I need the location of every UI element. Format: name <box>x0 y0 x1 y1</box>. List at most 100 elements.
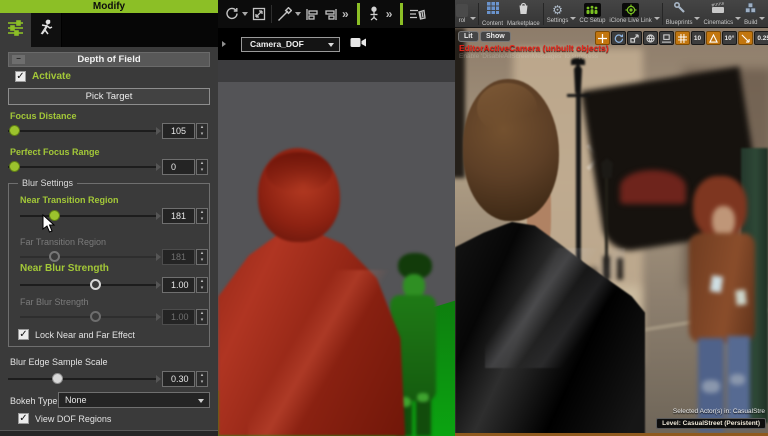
chevron-down-icon[interactable] <box>759 16 766 20</box>
spin-buttons[interactable]: ▴ ▾ <box>196 123 208 139</box>
transform-toolbar: 10 10° 0.25 <box>594 31 768 45</box>
level-badge[interactable]: Level: CasualStreet (Persistent) <box>656 418 766 429</box>
pick-target-button[interactable]: Pick Target <box>8 88 210 105</box>
chevron-right-icon[interactable] <box>222 41 226 47</box>
blur-edge-value[interactable]: 0.30 <box>162 371 195 387</box>
chevron-down-icon[interactable] <box>653 16 660 20</box>
slider-track[interactable] <box>20 210 161 221</box>
toolbar-cc-setup[interactable]: CC Setup <box>577 0 607 27</box>
surface-snap-toggle[interactable] <box>658 31 674 45</box>
toolbar-blueprints[interactable]: Blueprints <box>664 0 695 27</box>
scale-snap-value[interactable]: 0.25 <box>754 31 768 45</box>
world-local-toggle[interactable] <box>642 31 658 45</box>
show-menu-button[interactable]: Show <box>480 31 511 42</box>
rotation-snap-toggle[interactable] <box>705 31 721 45</box>
slider-handle[interactable] <box>89 279 101 290</box>
slider-handle[interactable] <box>8 161 20 172</box>
more-tools-chevron[interactable]: » <box>342 7 349 21</box>
slider-handle <box>89 311 101 322</box>
expand-icon[interactable] <box>250 4 268 24</box>
toolbar-marketplace[interactable]: Marketplace <box>505 0 542 27</box>
ue-level-viewport[interactable]: Lit Show EditorActiveCamera (unbuilt obj… <box>455 28 768 436</box>
toolbar-iclone-live-link[interactable]: iClone Live Link <box>607 0 653 27</box>
viewport-toolbar: » » <box>218 0 455 28</box>
perfect-focus-range-value[interactable]: 0 <box>162 159 195 175</box>
ue-main-toolbar: rol Content Marketplace ⚙ Settings CC Se… <box>455 0 768 28</box>
far-blur-slider: 1.00 ▴ ▾ <box>12 309 218 325</box>
toolbar-build[interactable]: Build <box>742 0 759 27</box>
near-blur-value[interactable]: 1.00 <box>162 277 195 293</box>
far-blur-value: 1.00 <box>162 309 195 325</box>
view-dof-label: View DOF Regions <box>35 413 112 424</box>
camera-icon[interactable] <box>350 35 367 53</box>
chevron-down-icon[interactable] <box>470 16 476 20</box>
chevron-down-icon[interactable] <box>295 12 301 16</box>
near-transition-value[interactable]: 181 <box>162 208 195 224</box>
viewport-warning-text: EditorActiveCamera (unbuilt objects) <box>459 43 609 53</box>
actor-icon[interactable] <box>365 4 383 24</box>
slider-handle <box>49 251 60 262</box>
slider-track <box>20 251 161 262</box>
spin-buttons[interactable]: ▴ ▾ <box>196 159 208 175</box>
align-right-icon[interactable] <box>321 4 339 24</box>
lock-checkbox[interactable]: ✓ <box>18 329 29 340</box>
align-left-icon[interactable] <box>303 4 321 24</box>
link-pen-icon[interactable] <box>275 4 293 24</box>
reset-rotate-icon[interactable] <box>222 4 240 24</box>
green-separator <box>356 3 360 25</box>
rotation-snap-value[interactable]: 10° <box>721 31 738 45</box>
tab-animation[interactable] <box>31 13 62 47</box>
camera-dropdown-value: Camera_DOF <box>250 38 304 49</box>
chevron-down-icon[interactable] <box>242 12 248 16</box>
view-dof-checkbox[interactable]: ✓ <box>18 413 29 424</box>
panel-tabstrip <box>0 13 218 47</box>
cinematics-clapper-icon <box>711 1 726 19</box>
spin-buttons[interactable]: ▴ ▾ <box>196 208 208 224</box>
activate-checkbox[interactable]: ✓ <box>15 71 26 82</box>
tab-modify-settings[interactable] <box>0 13 31 47</box>
slider-track[interactable] <box>20 279 161 290</box>
bokeh-type-dropdown[interactable]: None <box>58 392 210 408</box>
grid-snap-value[interactable]: 10 <box>690 31 705 45</box>
collect-clean-icon[interactable] <box>408 4 426 24</box>
dof-regions-viewport[interactable] <box>218 60 455 436</box>
toolbar-content[interactable]: Content <box>480 0 505 27</box>
scale-tool-button[interactable] <box>626 31 642 45</box>
chevron-down-icon[interactable] <box>694 16 701 20</box>
collapse-button[interactable]: − <box>12 55 25 64</box>
slider-track[interactable] <box>8 161 161 172</box>
camera-dropdown[interactable]: Camera_DOF <box>241 36 340 52</box>
slider-handle[interactable] <box>51 373 63 384</box>
chevron-down-icon <box>328 42 334 47</box>
activate-row: ✓ Activate <box>15 71 71 82</box>
app-window: Modify − Depth of Field ✓ Activate Pick … <box>0 0 768 436</box>
move-tool-button[interactable] <box>594 31 610 45</box>
modify-panel: Modify − Depth of Field ✓ Activate Pick … <box>0 0 218 436</box>
slider-track[interactable] <box>8 373 161 384</box>
spin-buttons[interactable]: ▴ ▾ <box>196 277 208 293</box>
grid-snap-toggle[interactable] <box>674 31 690 45</box>
bokeh-type-label: Bokeh Type : <box>10 396 63 406</box>
toolbar-settings[interactable]: ⚙ Settings <box>545 0 571 27</box>
blueprints-icon <box>673 1 686 19</box>
dof-near-figure <box>218 60 455 436</box>
chevron-down-icon[interactable] <box>570 16 577 20</box>
marketplace-icon <box>517 1 530 20</box>
dof-section-title: Depth of Field <box>77 54 141 65</box>
far-transition-value: 181 <box>162 249 195 265</box>
spin-buttons[interactable]: ▴ ▾ <box>196 371 208 387</box>
slider-handle[interactable] <box>8 125 20 136</box>
chevron-down-icon[interactable] <box>735 16 742 20</box>
rotate-tool-button[interactable] <box>610 31 626 45</box>
near-transition-label: Near Transition Region <box>20 195 119 205</box>
more-actors-chevron[interactable]: » <box>386 7 393 21</box>
camera-selector-row: Camera_DOF <box>218 28 455 60</box>
scale-snap-toggle[interactable] <box>738 31 754 45</box>
toolbar-source-control[interactable]: rol <box>456 0 470 27</box>
lit-mode-button[interactable]: Lit <box>458 31 479 42</box>
dof-section-header[interactable]: − Depth of Field <box>8 52 210 67</box>
toolbar-cinematics[interactable]: Cinematics <box>701 0 735 27</box>
focus-distance-value[interactable]: 105 <box>162 123 195 139</box>
slider-track[interactable] <box>8 125 161 136</box>
spin-buttons: ▴ ▾ <box>196 309 208 325</box>
